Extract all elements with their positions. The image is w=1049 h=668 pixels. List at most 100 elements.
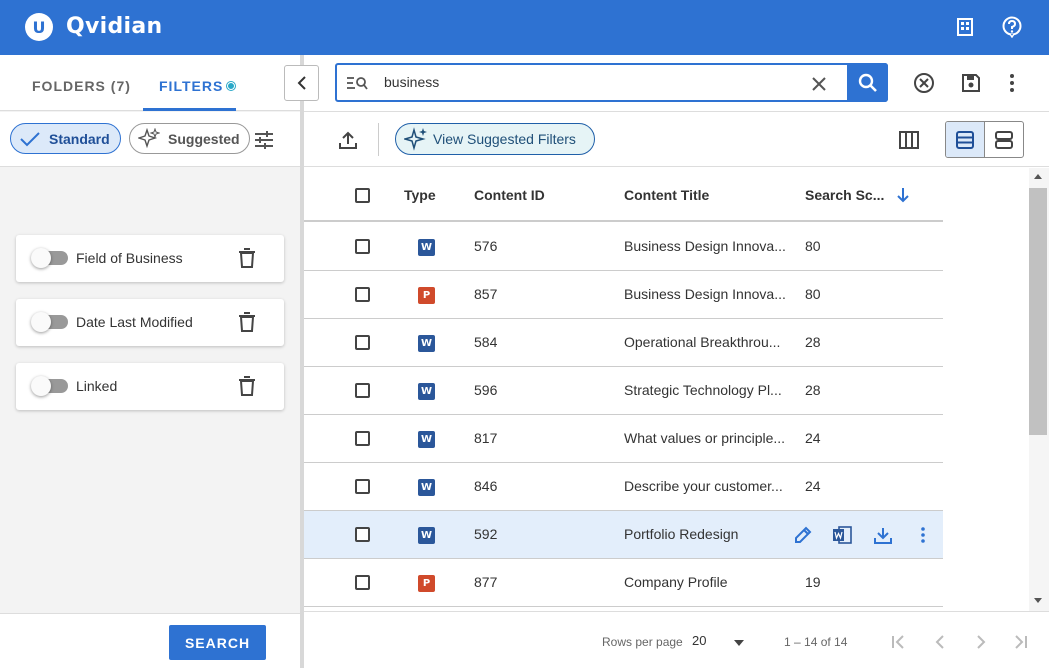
open-in-word-icon[interactable]	[831, 524, 853, 546]
cell-search-score: 24	[805, 430, 821, 446]
table-row[interactable]: W 596 Strategic Technology Pl... 28	[304, 367, 943, 415]
column-header-content-title[interactable]: Content Title	[624, 187, 709, 203]
scroll-down-icon[interactable]	[1033, 596, 1043, 604]
filter-toggle[interactable]	[31, 312, 68, 332]
table-row[interactable]: W 584 Operational Breakthrou... 28	[304, 319, 943, 367]
tab-folders-label: FOLDERS (7)	[32, 78, 131, 94]
search-submit-button[interactable]	[847, 63, 888, 102]
search-button[interactable]: SEARCH	[169, 625, 266, 660]
cell-search-score: 80	[805, 238, 821, 254]
cell-content-title: Operational Breakthrou...	[624, 334, 781, 350]
trash-icon[interactable]	[238, 248, 256, 273]
select-all-checkbox[interactable]	[355, 188, 370, 203]
cell-content-title: Business Design Innova...	[624, 286, 786, 302]
cell-content-title: Describe your customer...	[624, 478, 783, 494]
last-page-icon[interactable]	[1010, 632, 1030, 652]
list-view-button[interactable]	[946, 122, 985, 157]
check-icon	[20, 131, 40, 146]
view-suggested-filters-button[interactable]: View Suggested Filters	[395, 123, 595, 155]
row-checkbox[interactable]	[355, 287, 370, 302]
table-header: Type Content ID Content Title Search Sc.…	[304, 168, 943, 222]
previous-page-icon[interactable]	[930, 632, 950, 652]
logo-letter: U	[32, 17, 46, 37]
scroll-thumb[interactable]	[1029, 188, 1047, 435]
search-list-icon	[345, 73, 369, 93]
card-view-button[interactable]	[985, 122, 1024, 157]
scroll-up-icon[interactable]	[1033, 172, 1043, 180]
tab-folders[interactable]: FOLDERS (7)	[32, 78, 131, 94]
row-checkbox[interactable]	[355, 239, 370, 254]
sparkle-icon	[138, 127, 160, 148]
clear-icon[interactable]	[809, 74, 829, 94]
filter-toggle[interactable]	[31, 248, 68, 268]
logo-icon: U	[25, 13, 53, 41]
file-icon-letter: W	[420, 530, 433, 541]
column-header-type[interactable]: Type	[404, 187, 436, 203]
collapse-panel-button[interactable]	[284, 65, 319, 101]
card-view-icon	[994, 130, 1013, 149]
table-row[interactable]: W 576 Business Design Innova... 80	[304, 223, 943, 271]
tab-filters[interactable]: FILTERS	[159, 78, 236, 94]
building-icon[interactable]	[953, 15, 977, 39]
word-file-icon: W	[418, 335, 435, 352]
search-icon	[858, 73, 877, 92]
column-header-content-id[interactable]: Content ID	[474, 187, 545, 203]
brand-name: Qvidian	[66, 14, 163, 39]
rows-per-page-value: 20	[692, 633, 707, 648]
more-vertical-icon[interactable]	[1000, 71, 1024, 95]
search-input[interactable]	[384, 74, 784, 90]
cell-content-title: Strategic Technology Pl...	[624, 382, 782, 398]
row-checkbox[interactable]	[355, 479, 370, 494]
rows-per-page-select[interactable]: 20	[692, 633, 752, 653]
table-row[interactable]: W 846 Describe your customer... 24	[304, 463, 943, 511]
help-icon[interactable]	[1000, 15, 1024, 39]
filter-label: Field of Business	[76, 250, 183, 266]
next-page-icon[interactable]	[971, 632, 991, 652]
row-checkbox[interactable]	[355, 527, 370, 542]
table-row[interactable]: P 857 Business Design Innova... 80	[304, 271, 943, 319]
chevron-left-icon	[297, 76, 306, 90]
tune-icon[interactable]	[252, 128, 276, 152]
table-row[interactable]: W 817 What values or principle... 24	[304, 415, 943, 463]
filter-label: Linked	[76, 378, 118, 394]
table-scrollbar[interactable]	[1029, 168, 1049, 611]
sort-desc-icon[interactable]	[896, 186, 910, 204]
filter-card-date-last-modified: Date Last Modified	[16, 299, 284, 346]
rows-per-page-label: Rows per page	[602, 635, 683, 649]
row-checkbox[interactable]	[355, 575, 370, 590]
edit-icon[interactable]	[792, 525, 814, 545]
row-more-icon[interactable]	[913, 525, 933, 545]
powerpoint-file-icon: P	[418, 287, 435, 304]
view-suggested-filters-label: View Suggested Filters	[433, 131, 576, 147]
filter-card-field-of-business: Field of Business	[16, 235, 284, 282]
filter-card-linked: Linked	[16, 363, 284, 410]
cell-content-title: Company Profile	[624, 574, 728, 590]
file-icon-letter: P	[422, 290, 431, 301]
clear-all-icon[interactable]	[912, 71, 936, 95]
column-header-search-score[interactable]: Search Sc...	[805, 187, 884, 203]
download-icon[interactable]	[872, 525, 894, 545]
table-row[interactable]: W 592 Portfolio Redesign	[304, 511, 943, 559]
table-row[interactable]: P 877 Company Profile 19	[304, 559, 943, 607]
panel-tabs: FOLDERS (7) FILTERS	[0, 55, 300, 111]
toolbar-divider	[378, 123, 379, 156]
cell-content-id: 877	[474, 574, 498, 590]
standard-chip[interactable]: Standard	[10, 123, 121, 154]
filter-toggle[interactable]	[31, 376, 68, 396]
trash-icon[interactable]	[238, 312, 256, 337]
row-checkbox[interactable]	[355, 431, 370, 446]
columns-icon[interactable]	[897, 128, 921, 152]
trash-icon[interactable]	[238, 376, 256, 401]
suggested-chip[interactable]: Suggested	[129, 123, 250, 154]
file-icon-letter: W	[420, 482, 433, 493]
save-icon[interactable]	[959, 71, 983, 95]
row-checkbox[interactable]	[355, 383, 370, 398]
file-icon-letter: W	[420, 386, 433, 397]
standard-chip-label: Standard	[49, 130, 110, 147]
cell-content-title: Business Design Innova...	[624, 238, 786, 254]
upload-icon[interactable]	[336, 128, 360, 152]
word-file-icon: W	[418, 383, 435, 400]
active-tab-indicator	[143, 108, 236, 111]
row-checkbox[interactable]	[355, 335, 370, 350]
first-page-icon[interactable]	[889, 632, 909, 652]
